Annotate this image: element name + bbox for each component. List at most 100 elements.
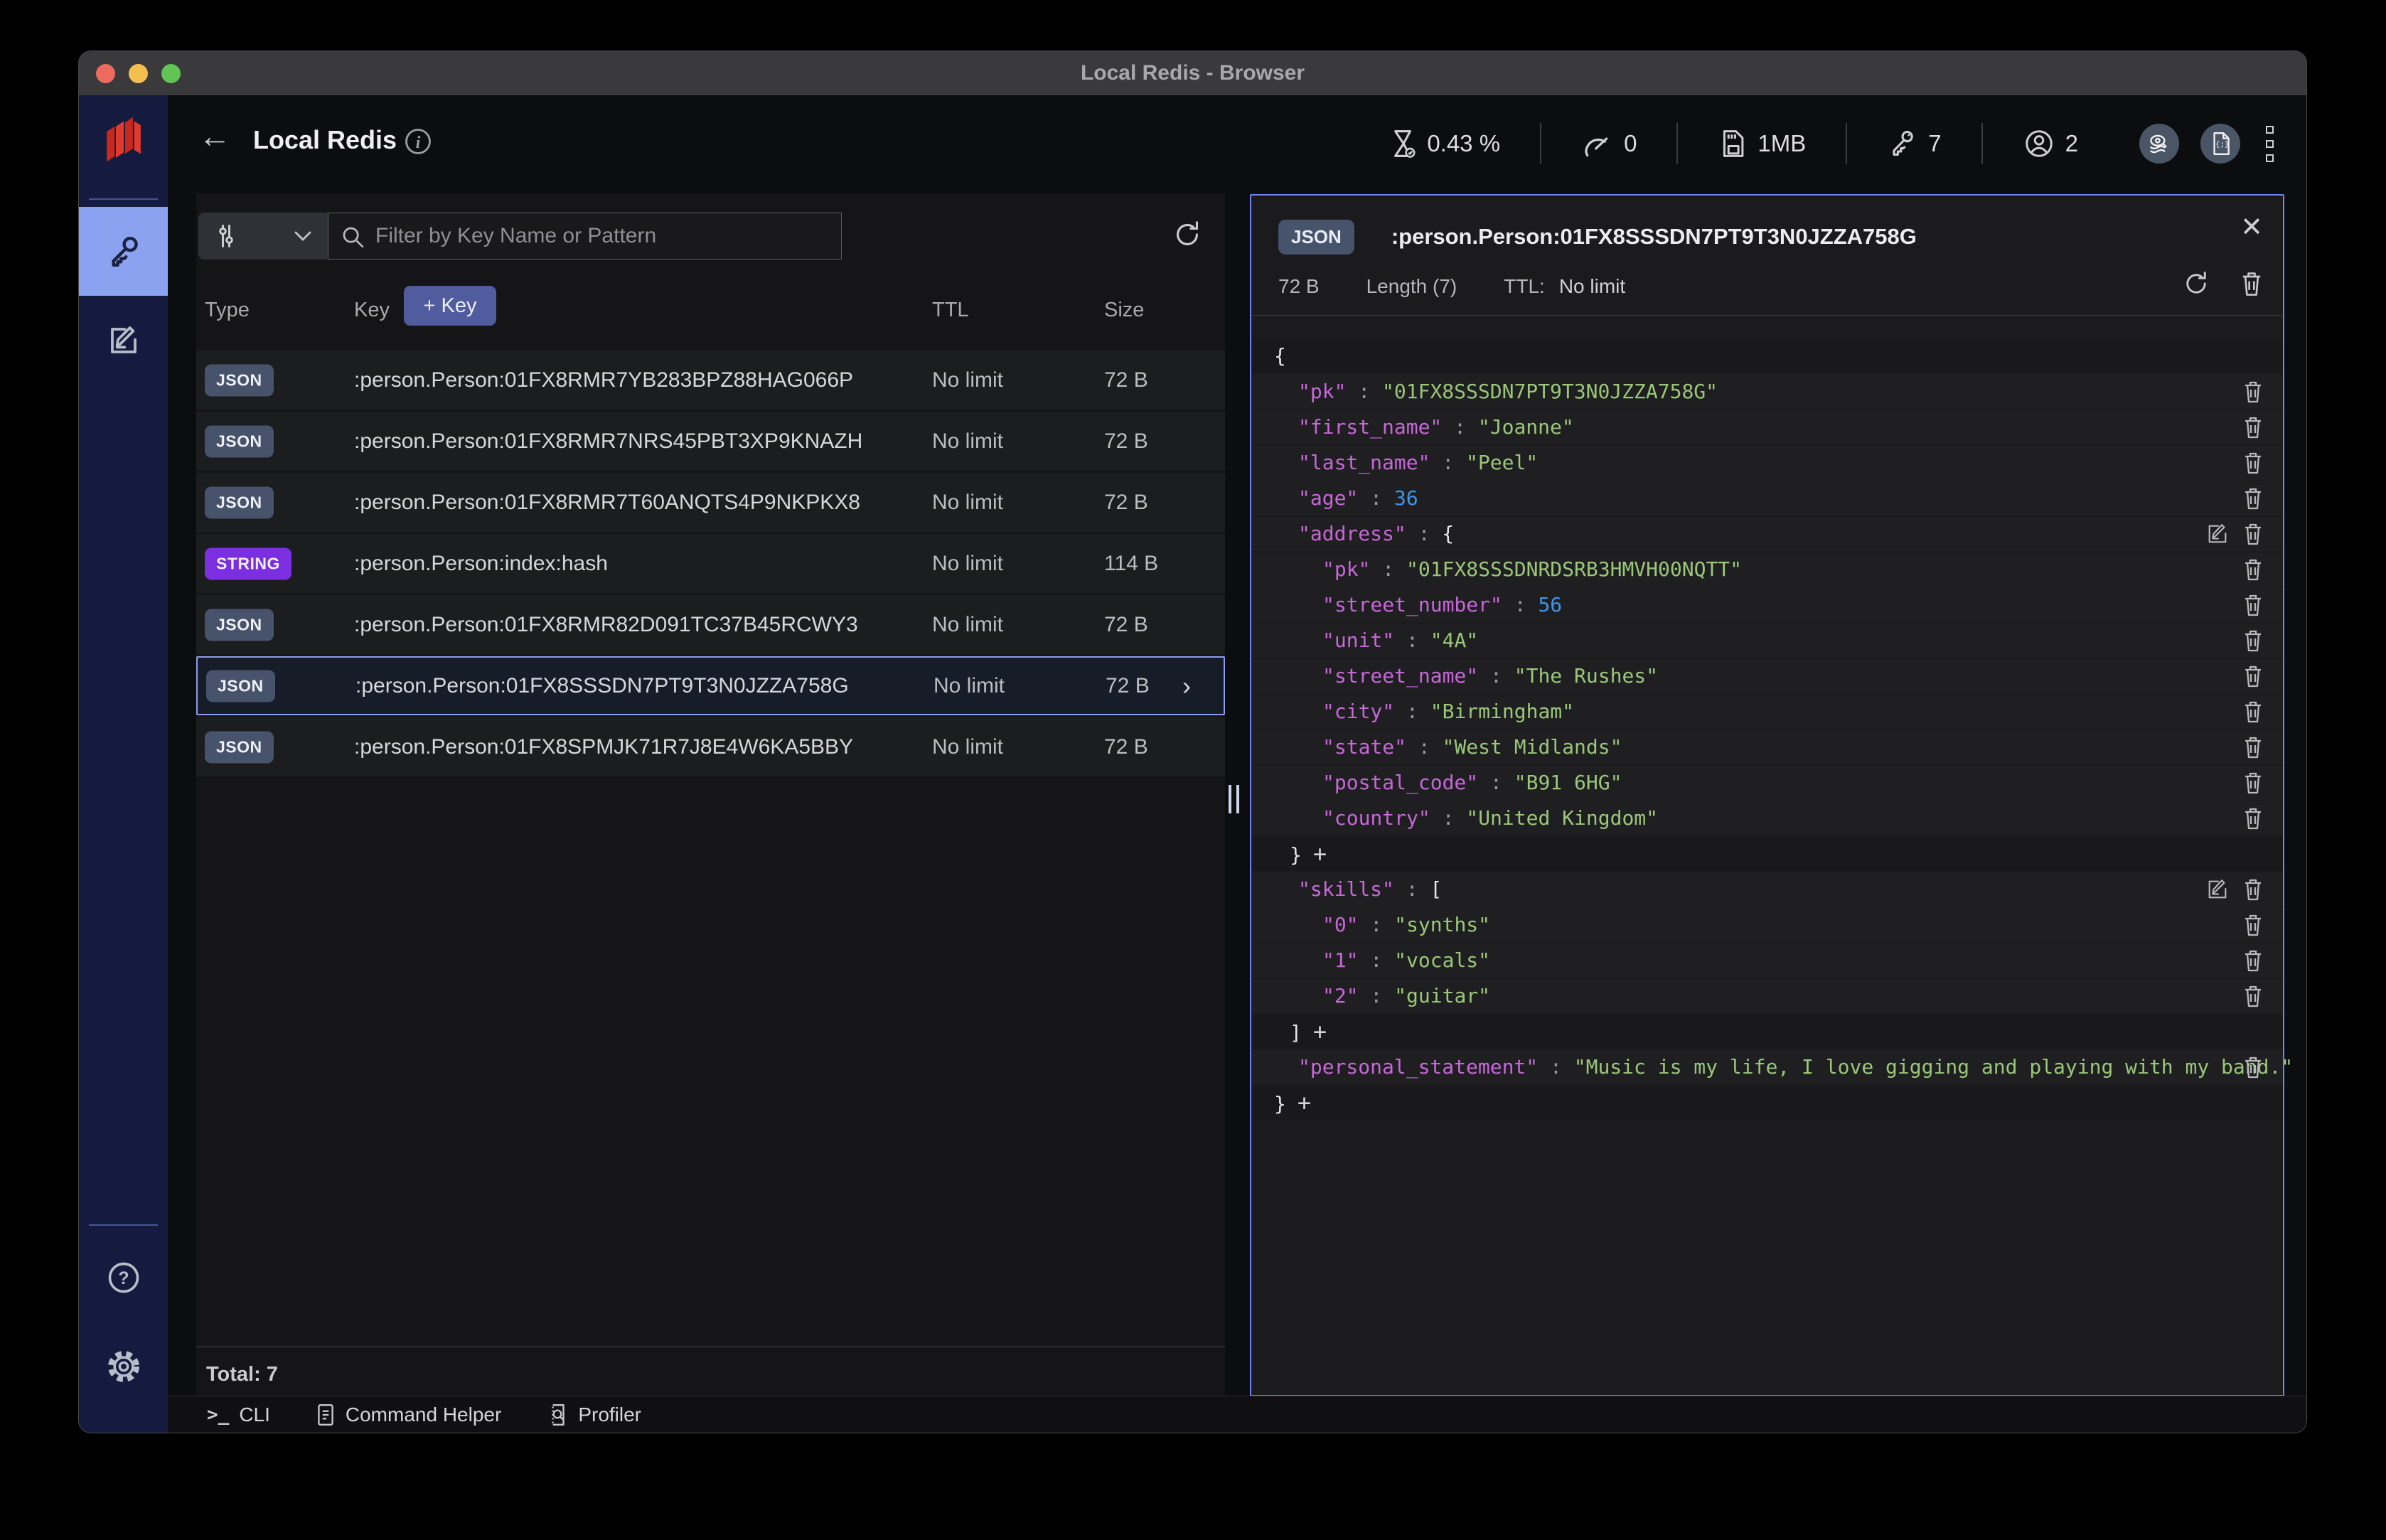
command-helper-button[interactable]: Command Helper [316,1403,501,1427]
json-value[interactable]: "Music is my life, I love gigging and pl… [1574,1055,2293,1079]
key-row[interactable]: JSON:person.Person:01FX8SSSDN7PT9T3N0JZZ… [196,656,1225,715]
stat-keys-value: 7 [1928,130,1942,156]
delete-field-icon[interactable] [2242,806,2264,831]
delete-field-icon[interactable] [2242,1054,2264,1080]
insights-button[interactable] [2139,124,2179,164]
refresh-key-icon[interactable] [2182,269,2210,298]
json-colon: : [1442,415,1478,439]
json-value[interactable]: "4A" [1430,629,1478,652]
delete-field-icon[interactable] [2242,557,2264,582]
key-icon [105,233,142,270]
refresh-keys-icon[interactable] [1172,219,1203,250]
key-row[interactable]: JSON:person.Person:01FX8SPMJK71R7J8E4W6K… [196,717,1225,776]
column-ttl: TTL [932,299,969,321]
delete-field-icon[interactable] [2242,450,2264,476]
delete-field-icon[interactable] [2242,770,2264,796]
json-line-actions [2242,446,2264,480]
minimize-window-button[interactable] [129,64,148,83]
json-value[interactable]: "vocals" [1394,948,1490,972]
json-line-actions [2206,872,2264,907]
cli-button[interactable]: >_ CLI [207,1403,270,1426]
json-line-actions [2242,943,2264,978]
delete-field-icon[interactable] [2242,628,2264,653]
add-field-button[interactable]: + [1313,840,1327,867]
delete-field-icon[interactable] [2242,379,2264,405]
json-key: "pk" [1298,380,1347,403]
delete-key-icon[interactable] [2239,269,2264,298]
json-value[interactable]: "01FX8SSSDNRDSRB3HMVH00NQTT" [1406,557,1742,581]
bottom-toolbar: >_ CLI Command Helper Profiler [168,1396,2306,1433]
info-icon[interactable]: i [402,126,434,157]
copilot-button[interactable]: {;} [2200,124,2240,164]
json-value[interactable]: 36 [1394,486,1418,510]
delete-field-icon[interactable] [2242,521,2264,547]
delete-field-icon[interactable] [2242,486,2264,511]
chevron-down-icon [294,230,312,242]
delete-field-icon[interactable] [2242,877,2264,902]
sidebar-item-workbench[interactable] [79,296,168,385]
back-button[interactable]: ← [198,117,231,155]
key-name[interactable]: :person.Person:01FX8SSSDN7PT9T3N0JZZA758… [1391,224,1917,250]
delete-field-icon[interactable] [2242,912,2264,938]
json-value[interactable]: "United Kingdom" [1466,806,1658,830]
key-row[interactable]: JSON:person.Person:01FX8RMR7YB283BPZ88HA… [196,351,1225,410]
json-value[interactable]: "synths" [1394,913,1490,936]
key-row[interactable]: STRING:person.Person:index:hash No limit 1… [196,534,1225,593]
delete-field-icon[interactable] [2242,663,2264,689]
key-size-cell: 114 B [1104,551,1159,575]
ttl-value[interactable]: No limit [1559,275,1625,298]
key-row[interactable]: JSON:person.Person:01FX8RMR82D091TC37B45… [196,595,1225,654]
delete-field-icon[interactable] [2242,415,2264,440]
delete-field-icon[interactable] [2242,592,2264,618]
svg-text:?: ? [118,1269,129,1288]
key-name-cell: :person.Person:01FX8RMR7NRS45PBT3XP9KNAZ… [354,429,863,453]
delete-field-icon[interactable] [2242,948,2264,973]
close-window-button[interactable] [96,64,115,83]
json-line: "street_number" : 56 [1251,588,2283,622]
sidebar-item-help[interactable]: ? [79,1233,168,1322]
key-row[interactable]: JSON:person.Person:01FX8RMR7NRS45PBT3XP9… [196,412,1225,471]
json-close-brace: ] [1290,1021,1302,1044]
kebab-menu-button[interactable] [2266,125,2274,162]
delete-field-icon[interactable] [2242,734,2264,760]
key-name-cell: :person.Person:01FX8RMR7T60ANQTS4P9NKPKX… [354,490,860,514]
key-size: 72 B [1278,275,1320,297]
add-key-button[interactable]: + Key [404,286,496,326]
search-input[interactable] [375,213,830,259]
json-value[interactable]: "01FX8SSSDN7PT9T3N0JZZA758G" [1382,380,1718,403]
json-line: "2" : "guitar" [1251,979,2283,1013]
json-line-actions [2242,624,2264,658]
json-line-actions [2242,908,2264,942]
sidebar-item-browser[interactable] [79,207,168,296]
sidebar-divider [89,198,158,200]
chevron-right-icon[interactable]: › [1182,671,1191,701]
key-type-filter-dropdown[interactable] [198,213,328,260]
json-colon: : [1406,735,1443,759]
json-key: "street_number" [1322,593,1502,616]
json-colon: : [1346,380,1383,403]
profiler-button[interactable]: Profiler [547,1403,641,1427]
close-icon[interactable]: ✕ [2240,211,2263,243]
json-value[interactable]: "The Rushes" [1514,664,1658,688]
add-field-button[interactable]: + [1298,1089,1311,1116]
json-value[interactable]: 56 [1538,593,1562,616]
json-value[interactable]: "Peel" [1466,451,1538,474]
edit-field-icon[interactable] [2206,523,2229,545]
delete-field-icon[interactable] [2242,699,2264,724]
json-value[interactable]: "Birmingham" [1430,700,1574,723]
json-value[interactable]: "guitar" [1394,984,1490,1007]
key-row[interactable]: JSON :person.Person:01FX8RMR7T60ANQTS4P9N… [196,473,1225,532]
json-value[interactable]: "Joanne" [1478,415,1574,439]
delete-field-icon[interactable] [2242,983,2264,1009]
json-line: } + [1251,837,2283,871]
edit-field-icon[interactable] [2206,878,2229,901]
json-open-brace: { [1442,522,1455,545]
json-value[interactable]: "B91 6HG" [1514,771,1622,794]
key-type-badge: JSON [205,486,274,518]
sidebar-item-settings[interactable] [79,1322,168,1411]
add-field-button[interactable]: + [1313,1018,1327,1045]
json-value[interactable]: "West Midlands" [1443,735,1622,759]
panel-resize-handle[interactable] [1229,785,1239,813]
maximize-window-button[interactable] [161,64,181,83]
database-name: Local Redis [253,125,397,154]
